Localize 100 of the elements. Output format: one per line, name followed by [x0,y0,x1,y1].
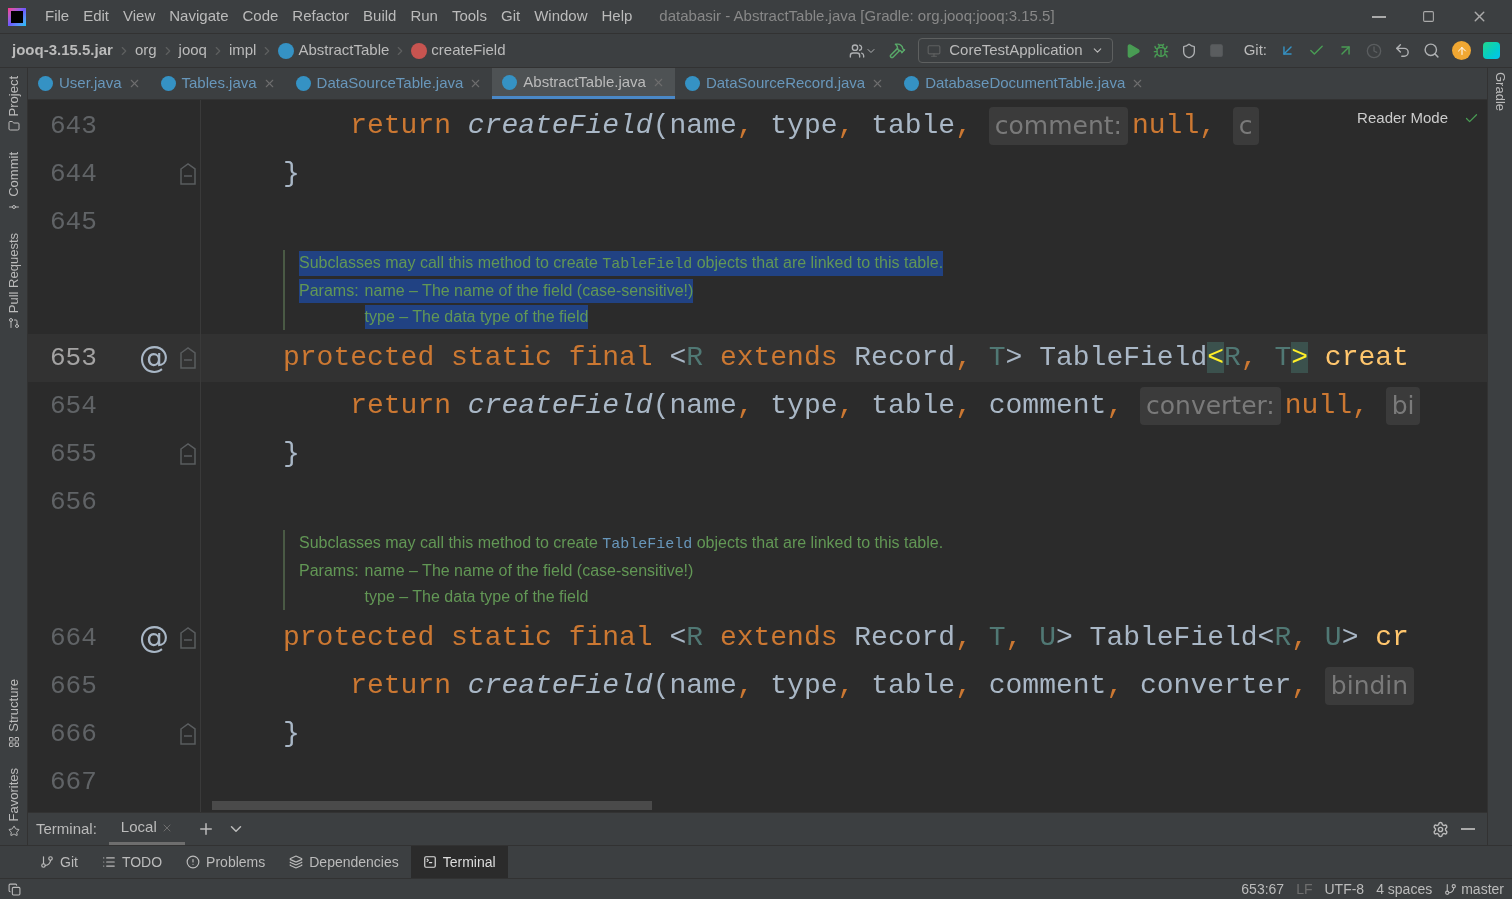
editor-tab[interactable]: DatabaseDocumentTable.java [894,68,1155,99]
tool-window-tab[interactable]: Terminal [410,846,508,878]
annotation-marker[interactable]: @ [139,623,169,653]
horizontal-scrollbar[interactable] [212,801,652,810]
git-branch[interactable]: master [1461,878,1504,899]
settings-icon[interactable] [1432,820,1449,838]
structure-icon[interactable] [7,735,20,748]
tool-window-button[interactable]: Structure [3,678,24,732]
tool-window-tab[interactable]: Dependencies [277,846,411,878]
breadcrumb[interactable]: impl [228,39,257,62]
line-number: 653 [50,341,98,375]
folder-icon[interactable] [7,120,20,133]
layers-icon [289,855,304,869]
menu-item[interactable]: Tools [444,5,494,28]
menu-item[interactable]: Git [493,5,528,28]
tab-label[interactable]: DataSourceTable.java [316,72,464,95]
tool-window-tab[interactable]: Problems [174,846,278,878]
fold-icon[interactable] [179,347,197,369]
params-label: Params: [299,279,365,304]
tab-label[interactable]: TODO [121,851,163,873]
tab-label[interactable]: Terminal [442,851,496,873]
menu-item[interactable]: View [116,5,163,28]
annotation-marker[interactable]: @ [139,343,169,373]
breadcrumb[interactable]: AbstractTable [298,39,390,62]
tab-label[interactable]: AbstractTable.java [523,70,646,94]
tab-label[interactable]: DatabaseDocumentTable.java [925,72,1126,95]
editor-tab[interactable]: AbstractTable.java [492,68,675,99]
editor-tab[interactable]: DataSourceTable.java [285,68,493,99]
tool-window-tab[interactable]: Git [28,846,90,878]
menu-item[interactable]: Build [356,5,404,28]
run-config-dropdown[interactable]: CoreTestApplication [918,38,1113,63]
code-text: return createField(name, type, table, [349,109,973,143]
line-number: 644 [50,157,98,191]
menu-item[interactable]: Refactor [285,5,357,28]
tab-label[interactable]: Git [60,851,78,873]
editor-tab[interactable]: DataSourceRecord.java [674,68,895,99]
breadcrumb[interactable]: jooq-3.15.5.jar [12,39,113,62]
minimize-icon[interactable] [1372,15,1386,18]
editor-tab[interactable]: Tables.java [150,68,286,99]
pull-request-icon[interactable] [7,317,20,330]
search-icon[interactable] [1423,42,1440,59]
tool-window-button[interactable]: Commit [3,152,24,198]
app-logo-icon [8,7,26,26]
class-icon [295,76,311,91]
fold-icon[interactable] [179,723,197,745]
alert-icon [186,855,201,869]
debug-icon[interactable] [1152,42,1169,59]
reader-mode-button[interactable]: Reader Mode [1357,106,1448,130]
line-number: 655 [50,437,98,471]
class-icon [38,76,53,91]
rollback-icon[interactable] [1394,42,1411,59]
layout-icon[interactable] [8,882,21,896]
tab-label[interactable]: User.java [59,72,122,95]
menu-item[interactable]: Edit [76,5,117,28]
tab-label[interactable]: Problems [206,851,266,873]
star-icon[interactable] [7,825,20,837]
terminal-tab[interactable]: Local [108,813,185,845]
tool-window-button[interactable]: Favorites [3,767,24,821]
code-text: return createField(name, type, table, comment, converter, [349,669,1310,703]
menu-item[interactable]: Help [594,5,640,28]
branch-icon[interactable] [1444,882,1458,896]
class-icon [278,42,295,59]
terminal-icon [422,855,437,869]
update-available-icon[interactable] [1452,41,1471,60]
menu-item[interactable]: Run [403,5,445,28]
doc-summary: Subclasses may call this method to create TableField objects that are linked to this table. [299,532,944,555]
tool-window-button[interactable]: Project [3,76,24,117]
class-icon [684,76,700,91]
tab-label[interactable]: Tables.java [181,72,257,95]
menu-item[interactable]: Navigate [162,5,236,28]
tab-label[interactable]: Dependencies [309,851,399,873]
menu-item[interactable]: File [38,5,77,28]
code-text: null, [1284,389,1370,423]
user-icon[interactable] [849,42,866,59]
menu-item[interactable]: Code [235,5,286,28]
indent-setting[interactable]: 4 spaces [1376,878,1433,899]
code-text: } [283,157,300,191]
plugin-logo-icon[interactable] [1483,42,1500,59]
hammer-icon[interactable] [889,42,907,59]
editor-tab[interactable]: User.java [28,68,151,99]
breadcrumb[interactable]: org [134,39,157,62]
maximize-icon[interactable] [1422,10,1435,23]
menu-item[interactable]: Window [527,5,595,28]
tool-window-button[interactable]: Pull Requests [3,233,24,314]
tool-window-button[interactable]: Gradle [1490,72,1510,112]
params-label: Params: [299,561,360,582]
window-icon [927,43,942,58]
file-encoding[interactable]: UTF-8 [1324,878,1365,899]
fold-icon[interactable] [179,163,197,185]
shield-icon[interactable] [1180,42,1197,59]
tab-label[interactable]: Local [120,816,157,839]
tool-window-tab[interactable]: TODO [89,846,175,878]
class-icon [160,76,176,91]
caret-position[interactable]: 653:67 [1241,878,1285,899]
line-number: 666 [50,717,98,751]
fold-icon[interactable] [179,627,197,649]
tab-label[interactable]: DataSourceRecord.java [705,72,866,95]
fold-icon[interactable] [179,443,197,465]
breadcrumb[interactable]: createField [431,39,506,62]
breadcrumb[interactable]: jooq [178,39,207,62]
